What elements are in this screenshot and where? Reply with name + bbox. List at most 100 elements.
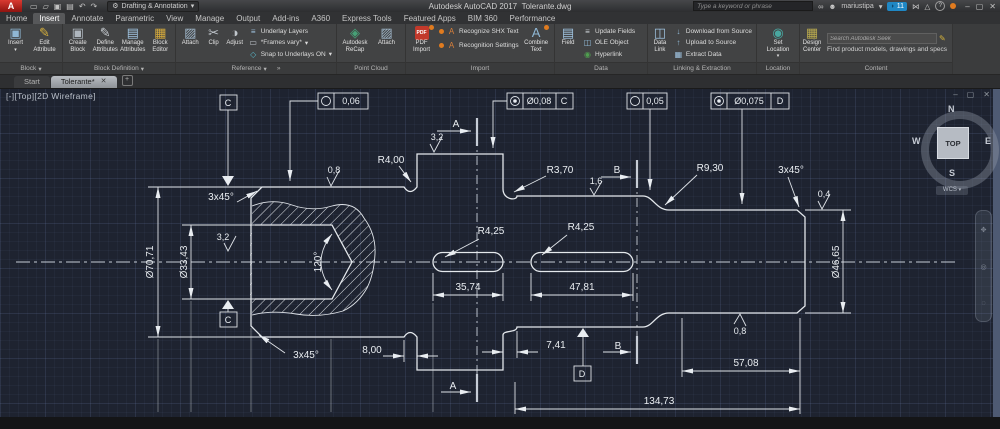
data-row-button[interactable]: ◉ Hyperlink: [583, 49, 635, 60]
ribbon-tab[interactable]: Express Tools: [336, 13, 398, 24]
panel-label-block-definition[interactable]: Block Definition ▾: [63, 62, 175, 74]
panel-label-reference[interactable]: Reference ▾ »: [176, 62, 336, 74]
communication-center-badge[interactable]: ◗ 11: [887, 1, 907, 11]
clip-button[interactable]: ✂ Clip: [205, 25, 223, 61]
help-icon[interactable]: ?: [935, 1, 946, 11]
autodesk-app-icon[interactable]: ⋈: [912, 2, 920, 11]
panel-reference: ▨ Attach ✂ Clip ◑ Adjust ≡ Underlay Laye…: [176, 24, 337, 74]
insert-block-button[interactable]: ▣ Insert ▾: [2, 25, 29, 61]
combine-text-button[interactable]: A Combine Text: [523, 25, 550, 61]
panel-block-definition: ▣ Create Block ✎ Define Attributes ▤ Man…: [63, 24, 176, 74]
help-search-input[interactable]: [693, 1, 814, 11]
viewcube-north[interactable]: N: [948, 104, 955, 114]
zoom-icon[interactable]: ◎: [980, 263, 986, 271]
viewcube-west[interactable]: W: [912, 136, 921, 146]
attach-button[interactable]: ▨ Attach: [178, 25, 203, 61]
ribbon-tab[interactable]: Annotate: [65, 13, 109, 24]
signin-user[interactable]: mariustipa: [841, 3, 873, 10]
ribbon-tab[interactable]: Home: [0, 13, 33, 24]
set-location-button[interactable]: ◉ Set Location ▾: [765, 25, 792, 61]
panel-label-content[interactable]: Content: [800, 62, 952, 74]
stay-connected-icon[interactable]: △: [925, 2, 931, 11]
chevron-down-icon[interactable]: ▾: [879, 2, 883, 11]
file-tab-start[interactable]: Start: [14, 76, 50, 88]
attach-pointcloud-button[interactable]: ▨ Attach: [373, 25, 400, 61]
viewcube-south[interactable]: S: [949, 168, 955, 178]
orbit-icon[interactable]: ◌: [981, 300, 985, 307]
seek-caption: Find product models, drawings and specs: [827, 46, 947, 53]
linking-row-button[interactable]: ↑ Upload to Source: [674, 37, 752, 48]
panel-label-location[interactable]: Location: [757, 62, 799, 74]
row-icon: ◇: [250, 49, 257, 59]
autodesk-recap-button[interactable]: ◈ Autodesk ReCap: [339, 25, 371, 61]
workspace-switcher[interactable]: ⚙ Drafting & Annotation ▾: [107, 0, 200, 12]
panel-label-linking-extraction[interactable]: Linking & Extraction: [648, 62, 756, 74]
chevron-down-icon: ▾: [190, 3, 195, 10]
autocad-logo-icon[interactable]: A: [0, 0, 22, 12]
data-link-icon: ◫: [653, 25, 667, 40]
viewcube-wcs-menu[interactable]: WCS ▾: [936, 186, 968, 195]
panel-label-data[interactable]: Data: [555, 62, 647, 74]
viewcube-top-face[interactable]: TOP: [937, 127, 969, 159]
panel-import: PDF PDF Import A Recognize SHX Text A Re…: [406, 24, 555, 74]
edit-attribute-button[interactable]: ✎ Edit Attribute: [31, 25, 58, 61]
seek-search-icon[interactable]: ✎: [939, 34, 946, 43]
close-button[interactable]: ✕: [989, 2, 996, 11]
ribbon-tab[interactable]: Output: [230, 13, 266, 24]
ribbon-tab[interactable]: Featured Apps: [398, 13, 462, 24]
title-bar: A ▭ ▱ ▣ ▤ ↶ ↷ ⚙ Drafting & Annotation ▾ Autod…: [0, 0, 1000, 12]
new-tab-button[interactable]: +: [121, 75, 133, 86]
workspace-label: Drafting & Annotation: [121, 2, 188, 10]
data-row-button[interactable]: ≡ Update Fields: [583, 26, 635, 37]
file-tab-tolerante[interactable]: Tolerante* ✕: [50, 76, 117, 88]
doc-restore-button[interactable]: ▢: [967, 90, 975, 99]
adjust-button[interactable]: ◑ Adjust: [225, 25, 245, 61]
minimize-button[interactable]: –: [965, 2, 969, 11]
doc-close-button[interactable]: ✕: [983, 90, 990, 99]
drawing-window-buttons: – ▢ ✕: [0, 90, 990, 99]
import-row-button[interactable]: A Recognize SHX Text: [439, 26, 519, 37]
pan-icon[interactable]: ✥: [981, 226, 987, 234]
ribbon-tab[interactable]: BIM 360: [462, 13, 504, 24]
panel-label-block[interactable]: Block ▾: [0, 62, 62, 74]
navigation-bar[interactable]: ✥ ◎ ◌: [975, 210, 992, 322]
ribbon-tab[interactable]: Manage: [189, 13, 230, 24]
ribbon-tab[interactable]: A360: [305, 13, 336, 24]
panel-label-import[interactable]: Import: [406, 62, 554, 74]
reference-row-button[interactable]: ◇ Snap to Underlays ON ▾: [249, 49, 332, 60]
pdf-icon: PDF: [414, 26, 429, 40]
doc-minimize-button[interactable]: –: [953, 90, 957, 99]
field-button[interactable]: ▤ Field: [557, 25, 579, 61]
linking-row-button[interactable]: ▦ Extract Data: [674, 49, 752, 60]
adjust-icon: ◑: [230, 25, 239, 40]
pdf-import-button[interactable]: PDF PDF Import: [408, 25, 435, 61]
reference-row-button[interactable]: ≡ Underlay Layers: [249, 26, 332, 37]
exchange-search-icon[interactable]: ∞: [818, 2, 823, 11]
data-row-button[interactable]: ◫ OLE Object: [583, 37, 635, 48]
ribbon-tab[interactable]: Parametric: [109, 13, 160, 24]
manage-attributes-button[interactable]: ▤ Manage Attributes: [120, 25, 146, 61]
ribbon-tab[interactable]: Add-ins: [266, 13, 305, 24]
create-block-button[interactable]: ▣ Create Block: [65, 25, 91, 61]
dialog-launcher-icon[interactable]: »: [277, 65, 281, 72]
restore-button[interactable]: ▢: [976, 2, 984, 11]
ribbon-tab[interactable]: Performance: [504, 13, 562, 24]
row-icon: ◫: [583, 38, 592, 48]
close-tab-icon[interactable]: ✕: [101, 76, 107, 88]
drawing-canvas[interactable]: [0, 88, 1000, 417]
block-editor-button[interactable]: ▦ Block Editor: [148, 25, 174, 61]
recap-icon: ◈: [350, 25, 360, 40]
import-row-button[interactable]: A Recognition Settings: [439, 40, 519, 51]
define-attributes-button[interactable]: ✎ Define Attributes: [93, 25, 119, 61]
data-link-button[interactable]: ◫ Data Link: [650, 25, 670, 61]
linking-row-button[interactable]: ↓ Download from Source: [674, 26, 752, 37]
design-center-button[interactable]: ▦ Design Center: [802, 25, 822, 61]
panel-label-point-cloud[interactable]: Point Cloud: [337, 62, 405, 74]
reference-row-button[interactable]: ▭ *Frames vary* ▾: [249, 37, 332, 48]
row-icon: ↓: [676, 27, 681, 37]
ribbon-tab[interactable]: View: [160, 13, 189, 24]
ribbon-tab[interactable]: Insert: [33, 13, 66, 24]
viewcube-east[interactable]: E: [985, 136, 991, 146]
seek-search-input[interactable]: [827, 33, 938, 44]
user-icon: ☻: [828, 1, 837, 11]
